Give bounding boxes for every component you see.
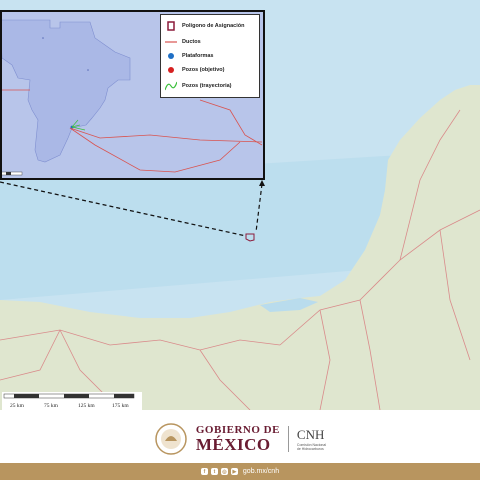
red-dot-icon [168,67,174,73]
legend-item: Plataformas [165,51,214,61]
instagram-icon[interactable]: ◎ [220,468,228,475]
legend-label: Pozos (trayectoria) [182,83,232,89]
coat-of-arms-icon [155,423,187,455]
cnh-title: CNH [296,426,325,442]
legend-item: Pozos (objetivo) [165,65,224,75]
bottom-bar: f t ◎ ▶ gob.mx/cnh [0,463,480,480]
cnh-subtitle-2: de Hidrocarburos [296,447,324,451]
footer-logos: GOBIERNO DE MÉXICO CNH Comisión Nacional… [0,418,480,460]
website-link[interactable]: gob.mx/cnh [243,468,279,475]
scale-label: 75 km [44,403,58,409]
youtube-icon[interactable]: ▶ [230,468,238,475]
legend-item: Pozos (trayectoria) [165,81,232,91]
line-icon [165,41,177,43]
legend-label: Ductos [182,39,201,45]
blue-dot-icon [168,53,174,59]
scale-label: 175 km [112,403,129,409]
green-curve-icon [165,81,177,91]
legend-label: Polígono de Asignación [182,23,245,29]
gob-line2: MÉXICO [195,435,271,454]
scale-bar: 25 km 75 km 125 km 175 km [2,392,142,410]
legend-label: Pozos (objetivo) [182,67,225,73]
divider [287,426,289,452]
legend-item: Polígono de Asignación [165,21,244,31]
legend-label: Plataformas [182,53,214,59]
scale-label: 125 km [78,403,95,409]
twitter-icon[interactable]: t [210,468,218,475]
cnh-logo: CNH Comisión Nacional de Hidrocarburos [297,427,326,451]
map-legend: Polígono de Asignación Ductos Plataforma… [160,14,260,98]
legend-item: Ductos [165,37,201,47]
polygon-outline-icon [167,21,175,31]
gobierno-logo-text: GOBIERNO DE MÉXICO [195,425,280,454]
facebook-icon[interactable]: f [200,468,208,475]
scale-label: 25 km [10,403,24,409]
